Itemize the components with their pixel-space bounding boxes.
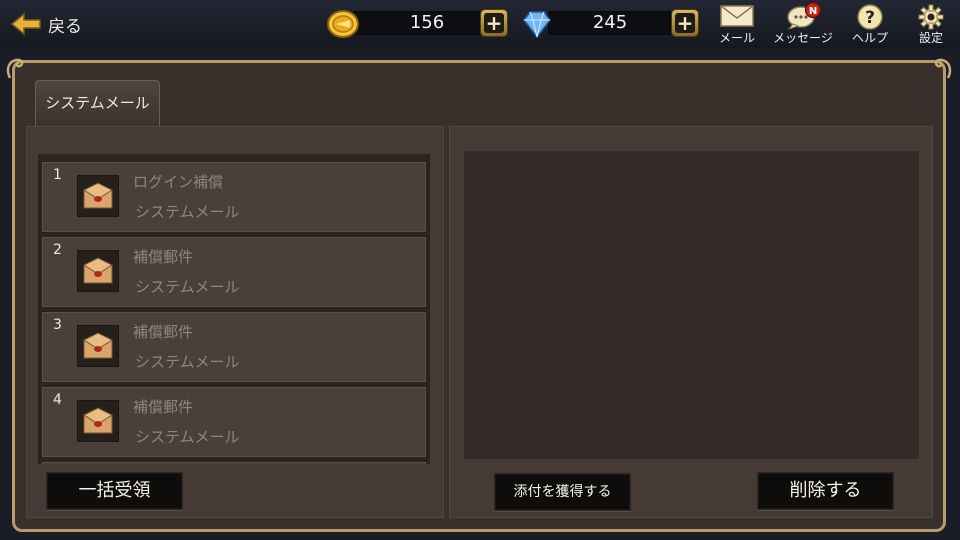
gold-currency: 156 + [326,9,510,38]
settings-nav-button[interactable]: 設定 [906,4,956,46]
mail-sender: システムメール [135,278,240,296]
top-bar: 戻る 156 + 245 + メール N メッセージ ? ヘルプ 設定 [0,0,960,48]
get-attachment-button[interactable]: 添付を獲得する [494,473,631,511]
chat-bubble-icon: N [787,2,822,30]
plus-icon: + [675,11,695,35]
mail-list[interactable]: 1 ログイン補償 システムメール 2 補償郵件 システムメール 3 補償郵件 シ… [38,154,430,464]
tab-system-mail[interactable]: システムメール [35,80,160,126]
mail-list-item[interactable]: 1 ログイン補償 システムメール [42,162,426,232]
help-nav-label: ヘルプ [851,31,888,45]
mail-list-item[interactable]: 3 補償郵件 システムメール [42,312,426,382]
mail-number: 3 [53,317,62,333]
mail-nav-label: メール [718,31,755,45]
message-badge: N [809,6,817,17]
gear-icon [918,4,944,30]
diamond-icon [523,11,551,39]
mail-title: 補償郵件 [133,248,194,266]
mail-icon [720,5,754,27]
delete-button[interactable]: 削除する [757,472,894,510]
back-label: 戻る [48,16,82,37]
message-nav-label: メッセージ [773,31,833,45]
envelope-icon [77,250,119,292]
mail-number: 1 [53,167,62,183]
message-nav-button[interactable]: N メッセージ [770,2,836,46]
help-nav-button[interactable]: ? ヘルプ [838,4,902,46]
settings-nav-label: 設定 [918,31,943,45]
envelope-icon [77,175,119,217]
gold-amount: 156 [352,11,502,35]
mail-list-item[interactable]: 2 補償郵件 システムメール [42,237,426,307]
claim-all-button[interactable]: 一括受領 [46,472,183,510]
gem-amount: 245 [548,11,672,35]
gold-coin-icon [327,10,359,38]
mail-number: 2 [53,242,62,258]
gem-currency: 245 + [520,9,700,39]
mail-title: 補償郵件 [133,398,194,416]
mail-sender: システムメール [135,203,240,221]
mail-sender: システムメール [135,428,240,446]
envelope-icon [77,325,119,367]
svg-text:?: ? [865,8,875,28]
gem-plus-button[interactable]: + [672,10,698,36]
mail-list-item[interactable]: 4 補償郵件 システムメール [42,387,426,457]
envelope-icon [77,400,119,442]
mail-list-item-partial[interactable] [42,462,426,464]
back-button[interactable]: 戻る [10,8,82,40]
frame-ornament-top-left-icon [6,58,24,79]
frame-ornament-top-right-icon [934,58,952,79]
mail-number: 4 [53,392,62,408]
mail-sender: システムメール [135,353,240,371]
mail-nav-button[interactable]: メール [705,4,769,46]
plus-icon: + [484,11,504,35]
back-arrow-icon [10,12,41,36]
help-icon: ? [857,4,883,30]
mail-content-area [464,151,919,459]
mail-title: ログイン補償 [133,173,224,191]
gold-plus-button[interactable]: + [481,10,507,36]
mail-title: 補償郵件 [133,323,194,341]
